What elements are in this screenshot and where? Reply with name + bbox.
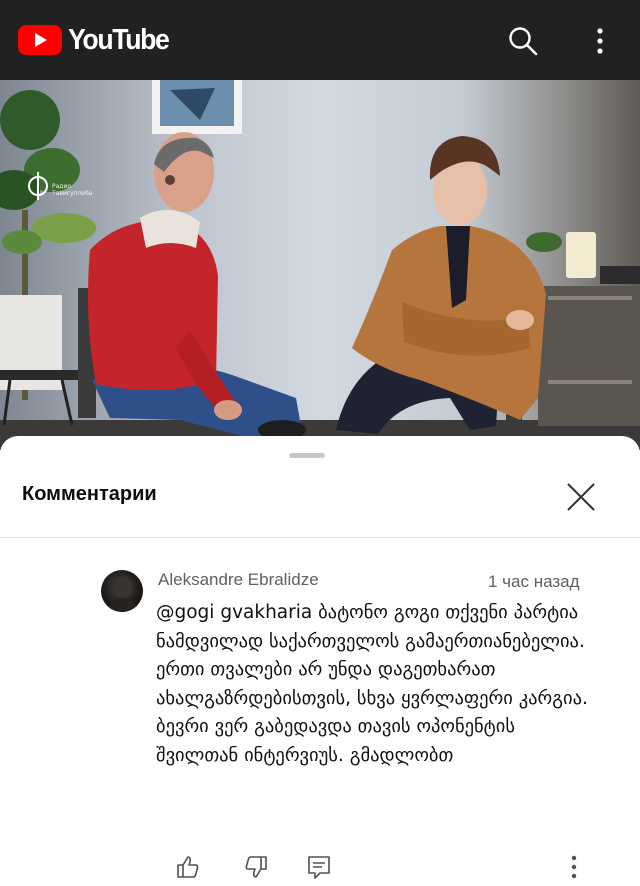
video-frame	[0, 80, 640, 450]
dislike-icon	[245, 856, 267, 878]
comments-title: Комментарии	[22, 483, 157, 505]
video-player[interactable]: Радио Тависуплеба	[0, 80, 640, 450]
youtube-logo[interactable]: YouTube	[18, 24, 177, 56]
youtube-wordmark: YouTube	[68, 24, 170, 56]
more-options-button[interactable]	[590, 24, 610, 58]
reply-icon	[308, 856, 330, 879]
avatar[interactable]	[101, 570, 143, 612]
watermark-text: Радио Тависуплеба	[52, 183, 93, 197]
dislike-button[interactable]	[243, 854, 269, 880]
app-bar: YouTube	[0, 0, 640, 80]
close-icon	[567, 483, 595, 511]
youtube-play-icon	[18, 25, 62, 55]
reply-button[interactable]	[306, 854, 332, 880]
close-button[interactable]	[564, 480, 598, 514]
more-vert-icon	[597, 28, 603, 54]
divider	[0, 537, 640, 538]
like-button[interactable]	[175, 854, 201, 880]
comment-author[interactable]: Aleksandre Ebralidze	[158, 570, 319, 590]
comments-sheet: Комментарии Aleksandre Ebralidze 1 час н…	[0, 436, 640, 886]
comment-mention[interactable]: @gogi gvakharia	[156, 602, 312, 623]
comment-more-button[interactable]	[564, 854, 584, 880]
more-vert-icon	[571, 855, 577, 879]
like-icon	[177, 856, 199, 878]
user-photo	[107, 576, 139, 612]
drag-handle[interactable]	[289, 453, 325, 458]
search-button[interactable]	[506, 24, 540, 58]
comment-text: @gogi gvakharia ბატონო გოგი თქვენი პარტი…	[156, 599, 596, 770]
search-icon	[509, 27, 538, 56]
comment-body: ბატონო გოგი თქვენი პარტია ნამდვილად საქა…	[156, 602, 588, 766]
comment-timestamp: 1 час назад	[488, 572, 580, 591]
